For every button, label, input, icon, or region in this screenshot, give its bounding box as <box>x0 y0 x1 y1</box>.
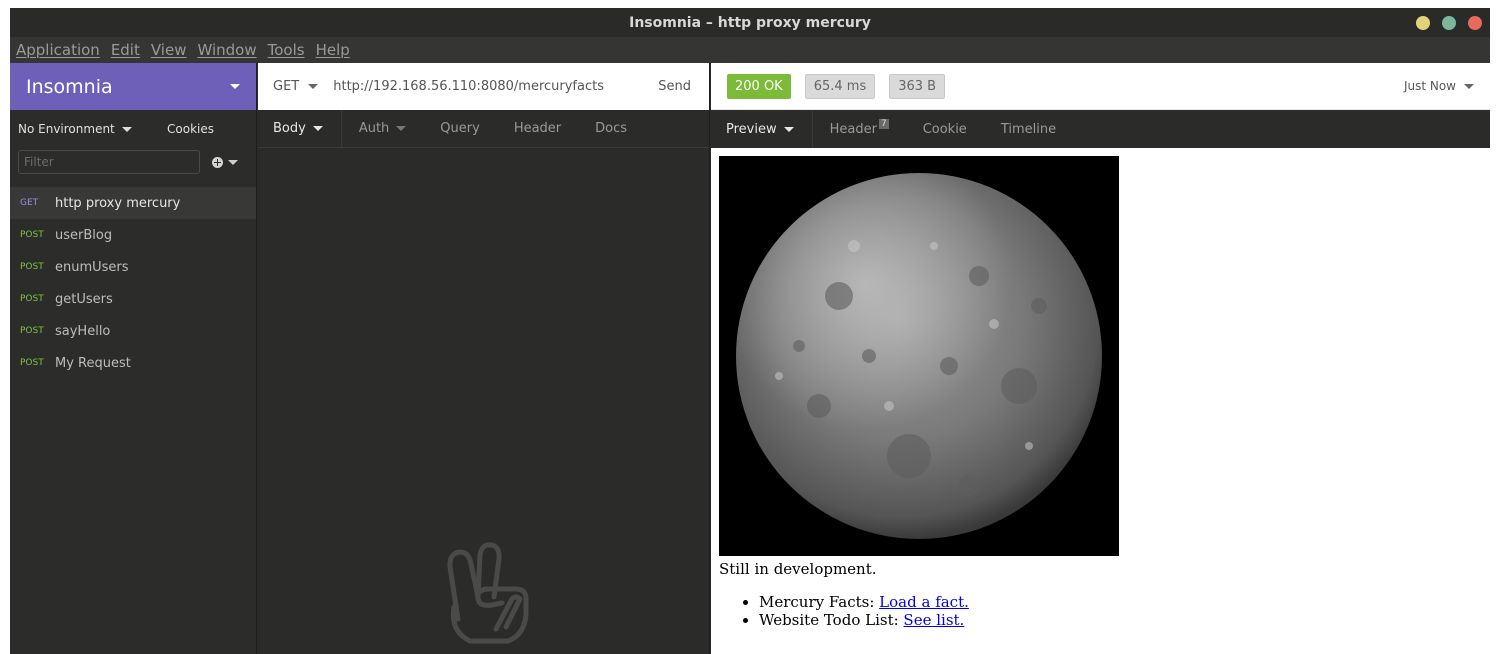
list-item[interactable]: POST sayHello <box>10 315 256 347</box>
load-fact-link[interactable]: Load a fact. <box>879 593 969 611</box>
tab-docs[interactable]: Docs <box>578 110 644 147</box>
tab-query[interactable]: Query <box>423 110 497 147</box>
response-preview: Still in development. Mercury Facts: Loa… <box>719 156 1479 654</box>
menu-window[interactable]: Window <box>197 41 256 59</box>
list-label: Website Todo List: <box>759 611 904 629</box>
list-item[interactable]: POST enumUsers <box>10 251 256 283</box>
chevron-down-icon <box>308 84 319 89</box>
window-title: Insomnia – http proxy mercury <box>629 14 871 31</box>
cookies-button[interactable]: Cookies <box>167 122 214 136</box>
tab-label: Query <box>440 121 480 136</box>
tab-label: Body <box>273 121 306 136</box>
request-name: getUsers <box>55 291 113 307</box>
close-button[interactable] <box>1468 16 1482 30</box>
tab-label: Timeline <box>1000 121 1057 137</box>
method-label: GET <box>273 79 300 94</box>
mercury-image <box>719 156 1119 556</box>
workspace-name: Insomnia <box>26 75 113 98</box>
menu-application[interactable]: Application <box>16 41 100 59</box>
sidebar: Insomnia No Environment Cookies GET http… <box>10 63 257 654</box>
chevron-down-icon <box>121 126 132 132</box>
preview-text: Still in development. <box>719 560 877 578</box>
list-item: Mercury Facts: Load a fact. <box>759 593 1479 611</box>
header-count-badge: 7 <box>878 119 889 129</box>
response-tabs: Preview Header 7 Cookie Timeline <box>711 110 1490 148</box>
filter-row <box>10 148 256 176</box>
tab-label: Docs <box>595 121 628 136</box>
list-item[interactable]: POST userBlog <box>10 219 256 251</box>
plus-circle-icon <box>212 156 223 168</box>
tab-cookie[interactable]: Cookie <box>906 110 984 148</box>
tab-response-header[interactable]: Header 7 <box>813 110 906 148</box>
history-dropdown[interactable]: Just Now <box>1404 79 1474 93</box>
chevron-down-icon <box>396 126 407 131</box>
size-badge: 363 B <box>889 73 946 99</box>
request-tabs: Body Auth Query Header Docs <box>258 110 709 148</box>
request-pane: GET http://192.168.56.110:8080/mercuryfa… <box>258 63 710 654</box>
tab-auth[interactable]: Auth <box>342 110 423 147</box>
method-badge: POST <box>20 230 44 240</box>
maximize-button[interactable] <box>1442 16 1456 30</box>
request-name: http proxy mercury <box>55 195 181 211</box>
see-list-link[interactable]: See list. <box>903 611 964 629</box>
preview-list: Mercury Facts: Load a fact. Website Todo… <box>759 593 1479 629</box>
tab-body[interactable]: Body <box>258 110 342 147</box>
chevron-down-icon <box>1464 83 1474 89</box>
request-name: sayHello <box>55 323 111 339</box>
url-input[interactable]: http://192.168.56.110:8080/mercuryfacts <box>333 79 658 94</box>
filter-input[interactable] <box>18 150 200 174</box>
window-controls <box>1416 16 1482 30</box>
response-pane: 200 OK 65.4 ms 363 B Just Now Preview He… <box>711 63 1490 654</box>
method-badge: GET <box>20 198 39 208</box>
menu-bar: Application Edit View Window Tools Help <box>10 37 1490 63</box>
menu-help[interactable]: Help <box>316 41 350 59</box>
list-item[interactable]: GET http proxy mercury <box>10 187 256 219</box>
response-status-bar: 200 OK 65.4 ms 363 B Just Now <box>711 63 1490 110</box>
method-badge: POST <box>20 358 44 368</box>
request-list: GET http proxy mercury POST userBlog POS… <box>10 187 256 379</box>
peace-hand-icon <box>447 542 529 644</box>
chevron-down-icon <box>228 159 238 165</box>
tab-label: Auth <box>358 121 390 136</box>
chevron-down-icon <box>783 126 794 132</box>
url-bar: GET http://192.168.56.110:8080/mercuryfa… <box>258 63 709 110</box>
environment-row: No Environment Cookies <box>10 110 256 148</box>
tab-label: Cookie <box>922 121 967 137</box>
method-badge: POST <box>20 326 44 336</box>
tab-label: Header <box>513 121 562 136</box>
app-window: Insomnia – http proxy mercury Applicatio… <box>10 8 1490 654</box>
chevron-down-icon <box>312 126 323 131</box>
environment-label: No Environment <box>18 122 115 136</box>
status-badge: 200 OK <box>727 73 791 99</box>
menu-view[interactable]: View <box>151 41 187 59</box>
tab-label: Header <box>829 121 877 137</box>
tab-timeline[interactable]: Timeline <box>984 110 1073 148</box>
minimize-button[interactable] <box>1416 16 1430 30</box>
environment-dropdown[interactable]: No Environment <box>18 122 132 136</box>
history-label: Just Now <box>1403 79 1456 93</box>
mercury-planet-image <box>736 173 1102 539</box>
request-name: userBlog <box>55 227 113 243</box>
list-item: Website Todo List: See list. <box>759 611 1479 629</box>
tab-header[interactable]: Header <box>497 110 578 147</box>
workspace-dropdown[interactable]: Insomnia <box>10 63 256 110</box>
tab-label: Preview <box>726 121 777 137</box>
method-badge: POST <box>20 262 44 272</box>
menu-edit[interactable]: Edit <box>111 41 140 59</box>
list-item[interactable]: POST My Request <box>10 347 256 379</box>
list-label: Mercury Facts: <box>759 593 880 611</box>
method-badge: POST <box>20 294 44 304</box>
add-request-button[interactable] <box>212 156 238 168</box>
method-dropdown[interactable]: GET <box>273 79 319 94</box>
send-button[interactable]: Send <box>658 79 691 94</box>
tab-preview[interactable]: Preview <box>711 110 813 148</box>
time-badge: 65.4 ms <box>804 73 876 99</box>
menu-tools[interactable]: Tools <box>268 41 305 59</box>
chevron-down-icon <box>230 84 240 89</box>
list-item[interactable]: POST getUsers <box>10 283 256 315</box>
title-bar: Insomnia – http proxy mercury <box>10 8 1490 37</box>
request-name: My Request <box>55 355 131 371</box>
request-name: enumUsers <box>55 259 129 275</box>
